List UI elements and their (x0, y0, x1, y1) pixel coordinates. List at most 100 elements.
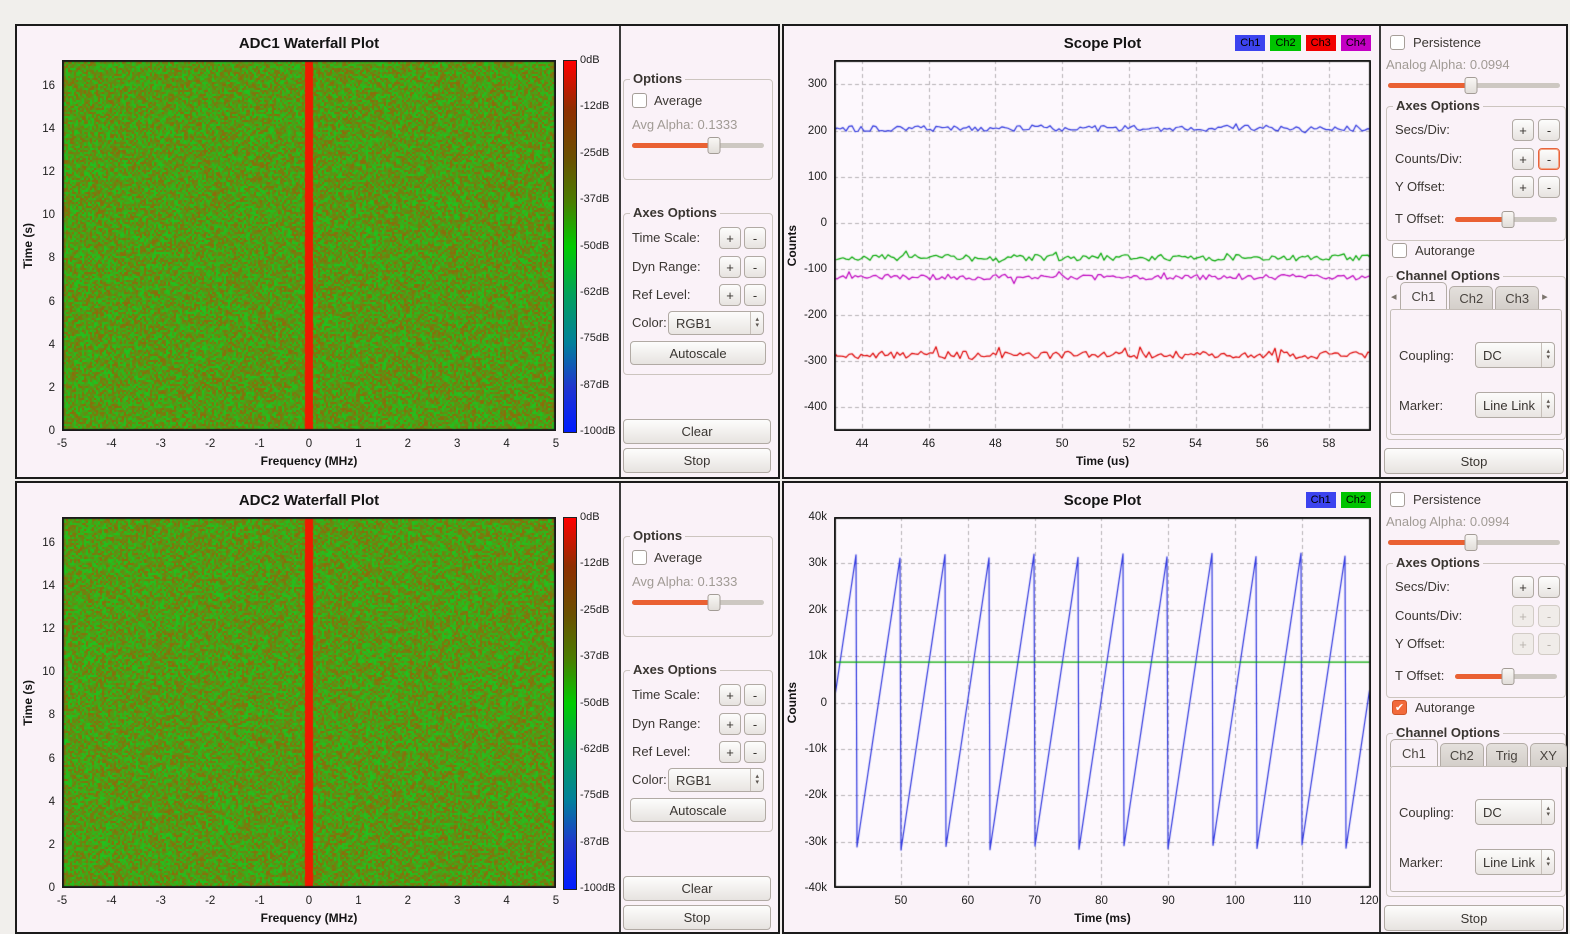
secs-div-plus-button[interactable]: + (1512, 576, 1534, 598)
analog-alpha-slider[interactable] (1388, 540, 1560, 545)
cblab-label: -37dB (580, 193, 609, 205)
spinner-arrows-icon[interactable]: ▴▾ (1541, 850, 1554, 874)
xtick-label: 0 (306, 895, 312, 907)
counts-div-minus-button[interactable]: - (1538, 605, 1560, 627)
stop-button[interactable]: Stop (623, 905, 771, 930)
stop-button[interactable]: Stop (1384, 448, 1564, 474)
xtick-label: 50 (894, 895, 907, 907)
panel-divider (1379, 26, 1381, 477)
ref-level-minus-button[interactable]: - (744, 284, 766, 306)
marker-label: Marker: (1399, 398, 1443, 413)
persistence-checkbox[interactable] (1390, 35, 1405, 50)
dyn-range-minus-button[interactable]: - (744, 256, 766, 278)
dyn-range-plus-button[interactable]: + (719, 256, 741, 278)
autorange-checkbox[interactable] (1392, 243, 1407, 258)
spinner-arrows-icon[interactable]: ▴▾ (750, 769, 763, 791)
average-checkbox[interactable] (632, 550, 647, 565)
dyn-range-minus-button[interactable]: - (744, 713, 766, 735)
counts-div-plus-button[interactable]: + (1512, 148, 1534, 170)
counts-div-plus-button[interactable]: + (1512, 605, 1534, 627)
tab-scroll-right-icon[interactable]: ▸ (1541, 290, 1549, 310)
axes-options-groupbox: Axes Options Secs/Div: + - Counts/Div: +… (1386, 563, 1566, 698)
secs-div-minus-button[interactable]: - (1538, 576, 1560, 598)
tab-ch3[interactable]: Ch3 (1495, 286, 1539, 310)
marker-combobox[interactable]: Line Link ▴▾ (1475, 392, 1555, 418)
ytick-label: 10 (17, 209, 55, 221)
time-scale-plus-button[interactable]: + (719, 684, 741, 706)
clear-button[interactable]: Clear (623, 876, 771, 901)
coupling-label: Coupling: (1399, 805, 1454, 820)
secs-div-minus-button[interactable]: - (1538, 119, 1560, 141)
autoscale-button[interactable]: Autoscale (630, 798, 766, 822)
slider-handle[interactable] (707, 137, 720, 154)
autoscale-button[interactable]: Autoscale (630, 341, 766, 365)
color-combobox[interactable]: RGB1 ▴▾ (668, 311, 764, 335)
time-scale-minus-button[interactable]: - (744, 227, 766, 249)
y-offset-plus-button[interactable]: + (1512, 633, 1534, 655)
avg-alpha-slider[interactable] (632, 600, 764, 605)
slider-handle[interactable] (1464, 77, 1477, 94)
waterfall-canvas[interactable] (62, 60, 556, 431)
scope1-window: Scope Plot Ch1Ch2Ch3Ch4 Counts Time (us)… (782, 24, 1568, 479)
avg-alpha-slider[interactable] (632, 143, 764, 148)
tab-ch1[interactable]: Ch1 (1390, 739, 1438, 767)
color-combobox[interactable]: RGB1 ▴▾ (668, 768, 764, 792)
coupling-combobox[interactable]: DC ▴▾ (1475, 342, 1555, 368)
ytick-label: 0 (17, 425, 55, 437)
spinner-arrows-icon[interactable]: ▴▾ (1541, 393, 1554, 417)
persistence-checkbox[interactable] (1390, 492, 1405, 507)
time-scale-plus-button[interactable]: + (719, 227, 741, 249)
tab-trig[interactable]: Trig (1486, 743, 1528, 767)
slider-handle[interactable] (1502, 668, 1515, 685)
secs-div-plus-button[interactable]: + (1512, 119, 1534, 141)
tab-ch1[interactable]: Ch1 (1400, 282, 1448, 310)
slider-handle[interactable] (1464, 534, 1477, 551)
spinner-arrows-icon[interactable]: ▴▾ (750, 312, 763, 334)
coupling-combobox[interactable]: DC ▴▾ (1475, 799, 1555, 825)
t-offset-slider[interactable] (1455, 217, 1557, 222)
analog-alpha-slider[interactable] (1388, 83, 1560, 88)
spinner-arrows-icon[interactable]: ▴▾ (1541, 800, 1554, 824)
stop-button[interactable]: Stop (623, 448, 771, 473)
ytick-label: 200 (786, 125, 827, 137)
marker-combobox[interactable]: Line Link ▴▾ (1475, 849, 1555, 875)
y-offset-minus-button[interactable]: - (1538, 176, 1560, 198)
average-checkbox[interactable] (632, 93, 647, 108)
autorange-label: Autorange (1415, 243, 1475, 258)
waterfall-canvas[interactable] (62, 517, 556, 888)
ref-level-plus-button[interactable]: + (719, 741, 741, 763)
channel-group-title: Channel Options (1393, 268, 1503, 283)
time-scale-minus-button[interactable]: - (744, 684, 766, 706)
slider-handle[interactable] (707, 594, 720, 611)
xtick-label: -1 (254, 895, 264, 907)
ytick-label: 0 (786, 217, 827, 229)
tab-ch2[interactable]: Ch2 (1449, 286, 1493, 310)
scope-canvas[interactable] (834, 60, 1371, 431)
autorange-checkbox[interactable]: ✔ (1392, 700, 1407, 715)
stop-button[interactable]: Stop (1384, 905, 1564, 931)
xtick-label: 1 (355, 438, 361, 450)
ytick-label: 14 (17, 123, 55, 135)
y-offset-plus-button[interactable]: + (1512, 176, 1534, 198)
slider-handle[interactable] (1502, 211, 1515, 228)
ytick-label: 8 (17, 252, 55, 264)
scope-canvas[interactable] (834, 517, 1371, 888)
autorange-label: Autorange (1415, 700, 1475, 715)
counts-div-minus-button[interactable]: - (1538, 148, 1560, 170)
axes-group-title: Axes Options (1393, 98, 1483, 113)
t-offset-label: T Offset: (1395, 668, 1444, 683)
t-offset-slider[interactable] (1455, 674, 1557, 679)
tab-scroll-left-icon[interactable]: ◂ (1390, 290, 1398, 310)
marker-label: Marker: (1399, 855, 1443, 870)
y-offset-minus-button[interactable]: - (1538, 633, 1560, 655)
ytick-label: 6 (17, 753, 55, 765)
spinner-arrows-icon[interactable]: ▴▾ (1541, 343, 1554, 367)
dyn-range-plus-button[interactable]: + (719, 713, 741, 735)
clear-button[interactable]: Clear (623, 419, 771, 444)
time-scale-label: Time Scale: (632, 687, 700, 702)
ref-level-minus-button[interactable]: - (744, 741, 766, 763)
ytick-label: 40k (786, 511, 827, 523)
tab-xy[interactable]: XY (1530, 743, 1567, 767)
tab-ch2[interactable]: Ch2 (1440, 743, 1484, 767)
ref-level-plus-button[interactable]: + (719, 284, 741, 306)
